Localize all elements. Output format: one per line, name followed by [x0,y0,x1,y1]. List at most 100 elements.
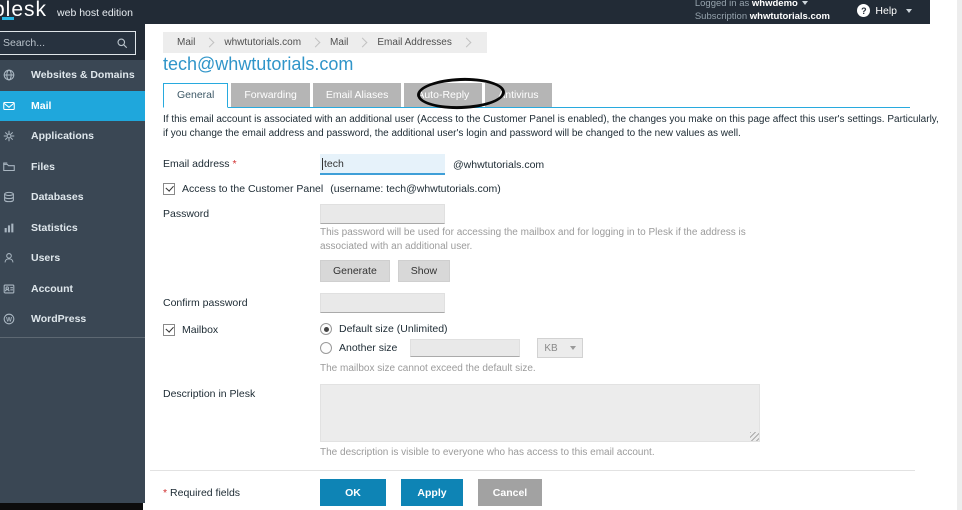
tab-email-aliases[interactable]: Email Aliases [312,83,402,107]
show-button[interactable]: Show [397,260,451,282]
email-domain-suffix: @whwtutorials.com [453,158,545,171]
apply-button[interactable]: Apply [401,479,463,506]
password-label: Password [163,208,210,220]
search-box [0,31,136,55]
sidebar-item-account[interactable]: Account [0,274,145,305]
another-size-option: Another size KB [320,338,584,358]
chevron-down-icon [906,8,912,13]
generate-button[interactable]: Generate [320,260,390,282]
form-divider [150,470,915,471]
confirm-password-input[interactable] [320,293,445,313]
tab-auto-reply[interactable]: Auto-Reply [404,83,483,107]
ok-button[interactable]: OK [320,479,386,506]
session-info: Logged in as whwdemo Subscription whwtut… [695,0,830,23]
tab-antivirus[interactable]: Antivirus [485,83,552,107]
password-help-row: This password will be used for accessing… [163,226,943,254]
another-size-input[interactable] [410,339,521,357]
plesk-logo[interactable]: plesk web host edition [0,0,133,22]
plesk-app: plesk web host edition Logged in as whwd… [0,0,962,510]
window-right-edge [957,0,962,510]
main-content: Mail whwtutorials.com Mail Email Address… [145,24,939,506]
statistics-icon [2,221,16,235]
sidebar-item-label: Files [31,160,55,173]
breadcrumb-item[interactable]: whwtutorials.com [220,37,305,48]
sidebar-item-applications[interactable]: Applications [0,121,145,152]
sidebar-item-label: Users [31,252,61,265]
sidebar-divider [0,336,145,338]
sidebar-item-label: Databases [31,191,84,204]
applications-icon [2,129,16,143]
breadcrumb-item: Email Addresses [377,37,452,48]
search-input[interactable] [3,37,116,49]
chevron-right-icon [310,37,321,48]
password-row: Password [163,204,943,224]
customer-panel-note: (username: tech@whwtutorials.com) [330,183,501,195]
email-settings-form: Email address * tech @whwtutorials.com A… [150,154,943,506]
password-buttons-row: Generate Show [163,260,943,282]
tab-general[interactable]: General [163,83,229,108]
size-unit-select[interactable]: KB [537,338,584,358]
customer-panel-row: Access to the Customer Panel (username: … [163,183,943,195]
tab-forwarding[interactable]: Forwarding [231,83,310,107]
email-local-part-input[interactable]: tech [320,154,445,175]
sidebar-item-label: Mail [31,99,52,112]
help-menu[interactable]: ? Help [857,4,912,17]
subscription-row: Subscription whwtutorials.com [694,11,830,22]
sidebar-item-label: Websites & Domains [31,69,135,82]
another-size-radio[interactable] [320,342,332,354]
required-asterisk: * [232,158,237,170]
required-fields-note: * Required fields [163,486,241,499]
email-address-label: Email address * [163,158,237,170]
mailbox-help-text: The mailbox size cannot exceed the defau… [320,363,536,374]
mailbox-size-options: Default size (Unlimited) Another size KB… [320,323,584,376]
description-label: Description in Plesk [163,388,256,400]
customer-panel-label: Access to the Customer Panel [182,183,324,195]
sidebar-item-websites-domains[interactable]: Websites & Domains [0,60,145,91]
chevron-right-icon [357,37,368,48]
another-size-label: Another size [339,342,398,354]
sidebar-item-files[interactable]: Files [0,152,145,183]
sidebar-item-mail[interactable]: Mail [0,90,145,121]
logged-in-row[interactable]: Logged in as whwdemo [695,0,830,10]
password-input[interactable] [320,204,445,224]
top-bar: plesk web host edition Logged in as whwd… [0,0,930,24]
edition-label: web host edition [57,7,133,19]
account-icon [2,282,16,296]
breadcrumb-item[interactable]: Mail [326,37,352,48]
resize-grip[interactable] [750,432,759,441]
wordpress-icon: W [2,312,16,326]
customer-panel-checkbox[interactable] [163,183,175,195]
bottom-strip [0,503,143,510]
default-size-label: Default size (Unlimited) [339,323,448,335]
description-textarea[interactable] [320,384,760,442]
description-help-text: The description is visible to everyone w… [320,447,655,458]
mailbox-checkbox[interactable] [163,324,175,336]
help-label: Help [875,4,897,17]
text-caret [322,157,323,170]
chevron-right-icon [461,37,472,48]
subscription-value: whwtutorials.com [749,11,830,22]
action-buttons-row: * Required fields OK Apply Cancel [163,479,943,506]
sidebar-nav: Websites & Domains Mail Applications Fil… [0,60,145,338]
sidebar-item-statistics[interactable]: Statistics [0,213,145,244]
default-size-radio[interactable] [320,323,332,335]
search-zone [0,24,145,60]
breadcrumb: Mail whwtutorials.com Mail Email Address… [163,32,487,53]
chevron-down-icon [570,346,577,350]
cancel-button[interactable]: Cancel [478,479,542,506]
plesk-logo-accent [2,17,14,20]
email-address-row: Email address * tech @whwtutorials.com [163,154,943,175]
help-icon: ? [857,4,871,17]
search-icon[interactable] [116,37,129,50]
default-size-option: Default size (Unlimited) [320,323,583,335]
sidebar-item-databases[interactable]: Databases [0,182,145,213]
breadcrumb-item[interactable]: Mail [173,37,199,48]
intro-text: If this email account is associated with… [163,114,939,140]
description-row: Description in Plesk The description is … [163,384,943,460]
sidebar-item-users[interactable]: Users [0,243,145,274]
database-icon [2,190,16,204]
confirm-password-label: Confirm password [163,297,248,309]
sidebar-item-wordpress[interactable]: W WordPress [0,304,145,335]
globe-icon [2,68,16,82]
password-help-text: This password will be used for accessing… [320,227,746,252]
